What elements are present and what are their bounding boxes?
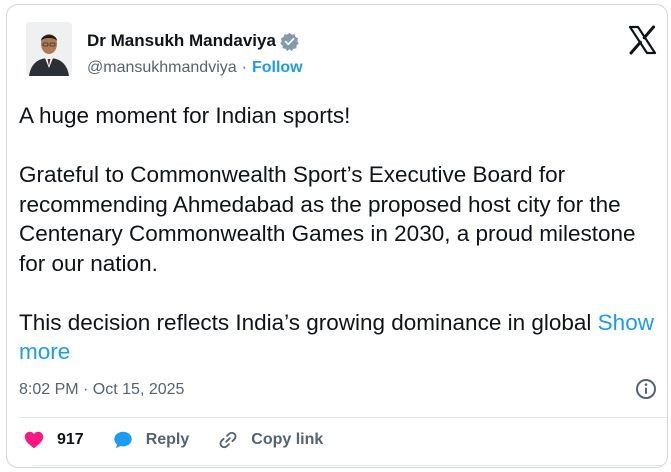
x-logo-icon[interactable] xyxy=(627,25,657,55)
follow-button[interactable]: Follow xyxy=(252,59,303,77)
link-icon xyxy=(219,431,237,449)
divider xyxy=(19,417,667,418)
avatar-image xyxy=(26,22,72,76)
separator-dot: · xyxy=(241,59,247,76)
like-count: 917 xyxy=(57,431,84,448)
heart-icon xyxy=(24,431,44,449)
reply-button[interactable]: Reply xyxy=(112,429,190,451)
author-name-row: Dr Mansukh Mandaviya xyxy=(87,31,299,51)
reply-label: Reply xyxy=(145,431,190,448)
author-name[interactable]: Dr Mansukh Mandaviya xyxy=(87,31,276,51)
handle-row: @mansukhmandviya · Follow xyxy=(87,59,303,77)
tweet-text: A huge moment for Indian sports! Gratefu… xyxy=(19,101,659,367)
tweet-paragraph-1: A huge moment for Indian sports! xyxy=(19,103,351,128)
tweet-timestamp[interactable]: 8:02 PM · Oct 15, 2025 xyxy=(19,381,184,399)
tweet-card: Dr Mansukh Mandaviya @mansukhmandviya · … xyxy=(6,4,668,468)
copy-link-button[interactable]: Copy link xyxy=(217,429,323,451)
copy-link-label: Copy link xyxy=(251,431,324,448)
info-icon[interactable] xyxy=(634,377,658,401)
like-button[interactable]: 917 xyxy=(23,429,84,451)
tweet-paragraph-3: This decision reflects India’s growing d… xyxy=(19,308,659,367)
author-handle[interactable]: @mansukhmandviya xyxy=(87,59,237,77)
divider-bottom xyxy=(33,465,667,466)
tweet-paragraph-2: Grateful to Commonwealth Sport’s Executi… xyxy=(19,162,636,276)
avatar[interactable] xyxy=(26,22,72,76)
verified-badge-icon xyxy=(280,32,299,51)
action-bar: 917 Reply Copy link xyxy=(23,429,351,451)
reply-icon xyxy=(113,431,132,449)
tweet-last-text: This decision reflects India’s growing d… xyxy=(19,309,592,335)
